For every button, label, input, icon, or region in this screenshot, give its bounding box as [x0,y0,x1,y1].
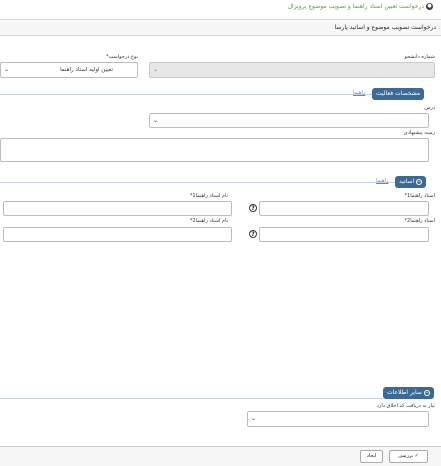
advisor2-code-input[interactable] [259,227,429,242]
course-select[interactable]: ⌄ [149,113,429,128]
professors-guide-link[interactable]: راهنما [376,178,388,184]
form-title: درخواست تصویب موضوع و اساتید پارسا [334,24,436,31]
advisor1-code-input[interactable] [259,201,429,216]
advisor1-name-label: نام استاد راهنما1* [189,193,228,199]
review-button-label: بررسی [398,453,414,459]
section-divider [0,182,395,183]
course-label: درس [424,105,435,111]
create-button-label: ایجاد [366,453,377,459]
professors-section-toggle[interactable]: −اساتید [395,176,427,188]
help-icon[interactable]: ? [249,230,257,238]
suggested-field-label: زمینه پیشنهادی [403,130,435,136]
request-type-select[interactable]: تعیین اولیه استاد راهنما ⌄ [0,62,138,78]
help-icon[interactable]: ? [249,204,257,212]
request-type-value: تعیین اولیه استاد راهنما [60,67,113,73]
other-section-toggle[interactable]: −سایر اطلاعات [383,387,434,399]
advisor2-label: استاد راهنما2* [404,218,435,224]
app-icon: ● [426,3,433,10]
review-button[interactable]: ✓ بررسی [389,450,428,463]
activity-guide-link[interactable]: راهنما [353,90,365,96]
advisor2-name-input[interactable] [3,227,232,242]
footer-bar: ✓ بررسی ایجاد [0,446,441,466]
suggested-field-textarea[interactable] [0,138,429,162]
advisor2-name-label: نام استاد راهنما2* [189,218,228,224]
create-button[interactable]: ایجاد [360,450,383,463]
title-bar: ● درخواست تعیین استاد راهنما و تصویب موض… [0,0,441,14]
chevron-down-icon: ⌄ [153,66,159,73]
student-number-field[interactable]: ⌄ [149,62,435,78]
section-divider [0,94,372,95]
chevron-down-icon: ⌄ [153,117,159,124]
advisor1-label: استاد راهنما1* [404,193,435,199]
minus-circle-icon: − [423,389,430,396]
chevron-down-icon: ⌄ [251,415,257,422]
activity-section-toggle[interactable]: مشخصات فعالیت [372,88,425,100]
check-icon: ✓ [414,453,419,459]
ethics-code-select[interactable]: ⌄ [247,411,429,427]
section-divider [0,398,383,399]
request-type-label: نوع درخواست* [106,54,138,60]
ethics-code-label: نیاز به دریافت کد اخلاق دارد [376,403,435,409]
activity-section-title: مشخصات فعالیت [376,90,421,97]
form-header: درخواست تصویب موضوع و اساتید پارسا [0,19,441,36]
chevron-down-icon: ⌄ [4,66,10,73]
advisor1-name-input[interactable] [3,201,232,216]
student-number-label: شماره دانشجو [404,54,435,60]
other-section-title: سایر اطلاعات [387,389,422,396]
window-title: درخواست تعیین استاد راهنما و تصویب موضوع… [287,3,424,10]
minus-circle-icon: − [416,178,423,185]
professors-section-title: اساتید [399,178,415,185]
